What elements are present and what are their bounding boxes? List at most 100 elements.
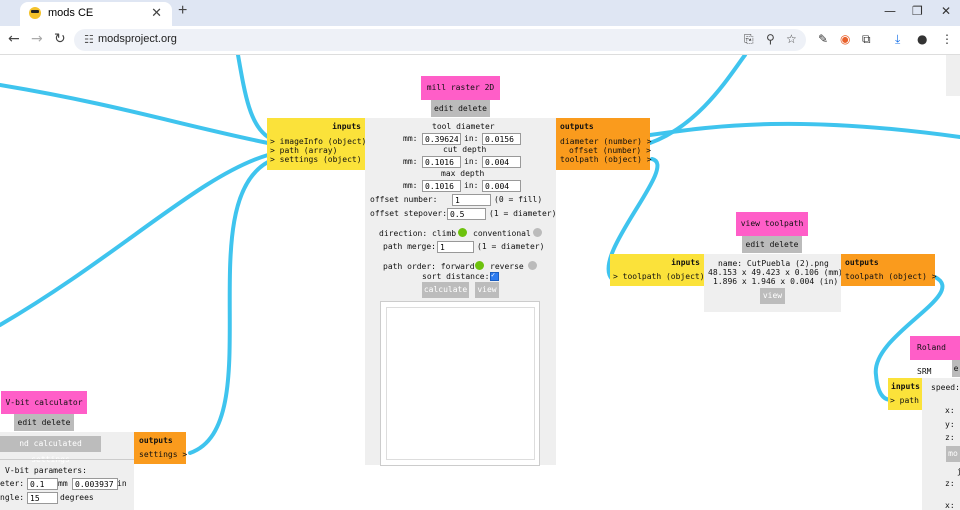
path-merge-input[interactable]	[437, 241, 474, 253]
roland-title[interactable]: Roland SRM	[910, 336, 960, 376]
path-order-label: path order: forward	[383, 262, 475, 271]
menu-dots-icon[interactable]: ⋮	[941, 32, 953, 46]
eyedropper-extension-icon[interactable]: ✎	[818, 32, 828, 46]
tool-diameter-in-input[interactable]	[482, 133, 521, 145]
mill-title[interactable]: mill raster 2D	[421, 76, 500, 100]
x-label: x:	[945, 406, 955, 415]
maximize-button[interactable]: ❐	[912, 4, 923, 18]
minimize-button[interactable]: —	[884, 4, 896, 18]
move-button[interactable]: mo	[946, 446, 960, 462]
output-toolpath[interactable]: toolpath (object) >	[560, 155, 652, 165]
in-label: in:	[464, 181, 479, 190]
extension-icon[interactable]: ◉	[840, 32, 850, 46]
cut-depth-label: cut depth	[443, 145, 487, 154]
offscreen-module-panel	[946, 55, 960, 96]
translate-icon[interactable]: ⎘	[744, 32, 754, 47]
calculate-button[interactable]: calculate	[422, 282, 469, 298]
view-toolpath-outputs-box: outputs toolpath (object) >	[841, 254, 937, 286]
mods-canvas[interactable]: mill raster 2D edit delete inputs > imag…	[0, 55, 960, 510]
sunglasses-emoji-icon	[29, 7, 41, 19]
tab-close-icon[interactable]: ✕	[151, 5, 162, 21]
tool-diameter-label: tool diameter	[432, 122, 495, 131]
send-calculated-settings-button[interactable]: nd calculated settings	[0, 436, 101, 464]
max-depth-in-input[interactable]	[482, 180, 521, 192]
vbit-panel: nd calculated settings V-bit parameters:…	[0, 432, 134, 510]
view-button[interactable]: view	[475, 282, 499, 298]
forward-toggle[interactable]	[475, 261, 484, 270]
forward-icon[interactable]: →	[31, 31, 43, 47]
vbit-diameter-in-input[interactable]	[72, 478, 118, 490]
download-icon[interactable]: ⤓	[895, 32, 900, 47]
output-settings[interactable]: settings >	[139, 450, 187, 460]
mill-edit-delete[interactable]: edit delete	[431, 100, 490, 117]
new-tab-button[interactable]: +	[178, 2, 187, 20]
inputs-label: inputs	[332, 122, 361, 131]
cut-depth-mm-input[interactable]	[422, 156, 461, 168]
back-icon[interactable]: ←	[8, 31, 20, 47]
offset-number-label: offset number:	[370, 195, 438, 204]
mm-label: mm	[58, 479, 68, 488]
in-label: in:	[464, 157, 479, 166]
mill-outputs-box: outputs diameter (number) > offset (numb…	[556, 118, 652, 170]
wire	[236, 55, 270, 139]
vbit-diameter-mm-input[interactable]	[27, 478, 58, 490]
reload-icon[interactable]: ↻	[54, 31, 66, 47]
path-merge-note: (1 = diameter)	[477, 242, 545, 251]
diameter-label: eter:	[0, 479, 25, 488]
sort-distance-checkbox[interactable]	[490, 270, 499, 281]
browser-tab[interactable]: mods CE ✕	[20, 2, 172, 26]
sort-distance-label: sort distance:	[422, 272, 490, 281]
address-bar[interactable]: ☷ modsproject.org ⎘ ⚲ ☆	[74, 29, 806, 51]
max-depth-mm-input[interactable]	[422, 180, 461, 192]
wire	[188, 160, 270, 455]
zoom-icon[interactable]: ⚲	[766, 32, 775, 46]
tool-diameter-mm-input[interactable]	[422, 133, 461, 145]
view-toolpath-inputs-box: inputs > toolpath (object)	[610, 254, 705, 286]
url-text[interactable]: modsproject.org	[98, 33, 177, 45]
close-window-button[interactable]: ✕	[941, 4, 951, 18]
view-button[interactable]: view	[760, 288, 785, 304]
vbit-edit-delete[interactable]: edit delete	[14, 414, 74, 431]
max-depth-label: max depth	[441, 169, 485, 178]
divider	[0, 459, 134, 460]
conventional-toggle[interactable]	[533, 228, 542, 237]
bookmark-star-icon[interactable]: ☆	[786, 32, 797, 46]
offset-stepover-input[interactable]	[447, 208, 486, 220]
degrees-label: degrees	[60, 493, 94, 502]
site-info-icon[interactable]: ☷	[84, 33, 94, 46]
browser-toolbar: ← → ↻ ☷ modsproject.org ⎘ ⚲ ☆ ✎ ◉ ⧉ ⤓ ● …	[0, 26, 960, 55]
in-label: in:	[464, 134, 479, 143]
toolpath-preview-canvas	[380, 301, 540, 466]
mill-inputs-box: inputs > imageInfo (object) > path (arra…	[267, 118, 366, 170]
path-merge-label: path merge:	[383, 242, 436, 251]
output-toolpath[interactable]: toolpath (object) >	[845, 272, 937, 282]
tab-strip: mods CE ✕ + — ❐ ✕	[0, 0, 960, 26]
climb-toggle[interactable]	[458, 228, 467, 237]
conventional-label: conventional	[473, 229, 531, 238]
tab-title: mods CE	[48, 7, 94, 19]
offset-number-note: (0 = fill)	[494, 195, 543, 204]
input-settings[interactable]: > settings (object)	[270, 155, 362, 165]
vbit-angle-input[interactable]	[27, 492, 58, 504]
vbit-params-label: V-bit parameters:	[5, 466, 87, 475]
offset-number-input[interactable]	[452, 194, 491, 206]
cut-depth-in-input[interactable]	[482, 156, 521, 168]
outputs-label: outputs	[139, 436, 173, 445]
view-toolpath-title[interactable]: view toolpath	[736, 212, 808, 236]
reverse-toggle[interactable]	[528, 261, 537, 270]
vbit-title[interactable]: V-bit calculator	[1, 391, 87, 414]
offset-stepover-label: offset stepover:	[370, 209, 448, 218]
input-path[interactable]: > path	[890, 396, 919, 406]
wire	[648, 121, 960, 139]
outputs-label: outputs	[560, 122, 594, 131]
puzzle-icon[interactable]: ⧉	[862, 32, 871, 47]
roland-edit-delete[interactable]: e	[952, 360, 960, 377]
input-toolpath[interactable]: > toolpath (object)	[613, 272, 705, 282]
wire	[0, 83, 270, 145]
view-toolpath-edit-delete[interactable]: edit delete	[742, 236, 802, 253]
in-label: in	[117, 479, 127, 488]
mill-panel: tool diameter mm: in: cut depth mm: in: …	[365, 118, 556, 466]
vbit-outputs-box: outputs settings >	[134, 432, 187, 464]
mm-label: mm:	[403, 181, 418, 190]
profile-avatar-icon[interactable]: ●	[917, 32, 927, 46]
